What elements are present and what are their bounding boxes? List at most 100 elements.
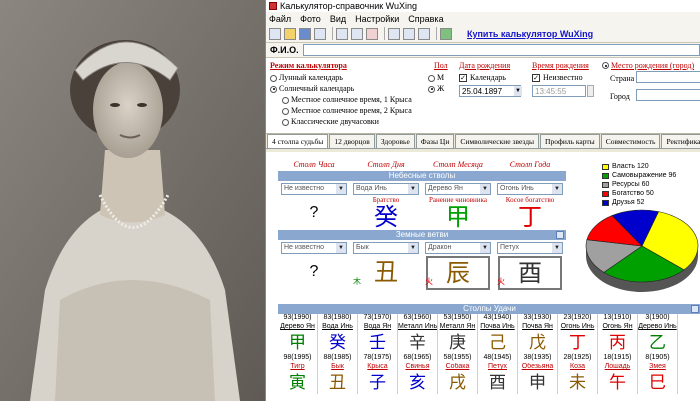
year-stem-glyph: 丁 (518, 203, 542, 231)
luck-bottom-year: 88(1985) (323, 354, 352, 361)
month-branch-glyph[interactable]: 辰 (426, 256, 490, 290)
month-branch-element: 火 (425, 277, 433, 286)
luck-column[interactable]: 73(1970) Вода Ян 壬 78(1975) Крыса 子 (358, 314, 398, 394)
luck-animal-name: Змея (649, 363, 666, 370)
menu-file[interactable]: Файл (269, 14, 291, 24)
fio-input[interactable] (302, 44, 700, 56)
opt1-radio[interactable]: Местное солнечное время, 1 Крыса (282, 95, 412, 104)
luck-animal-name: Собака (445, 363, 470, 370)
menu-photo[interactable]: Фото (300, 14, 321, 24)
luck-column[interactable]: 63(1960) Металл Инь 辛 68(1965) Свинья 亥 (398, 314, 438, 394)
luck-column[interactable]: 43(1940) Почва Инь 己 48(1945) Петух 酉 (478, 314, 518, 394)
luck-bottom-year: 38(1935) (523, 354, 552, 361)
save-as-icon[interactable] (314, 27, 326, 40)
month-branch-select[interactable]: Дракон (425, 241, 491, 254)
luck-band-label: Столпы Удачи (463, 304, 516, 313)
pdf-icon[interactable] (366, 27, 378, 40)
year-branch-glyph[interactable]: 酉 (498, 256, 562, 290)
luck-bottom-year: 68(1965) (403, 354, 432, 361)
luck-stem-name: Почва Инь (480, 323, 515, 330)
lunar-radio[interactable]: Лунный календарь (270, 73, 343, 82)
app-icon (269, 2, 277, 10)
time-input[interactable]: 13:45:55 (532, 85, 586, 97)
refresh-icon[interactable] (403, 27, 415, 40)
unknown-check[interactable]: ✓ (532, 74, 540, 83)
time-spin-icon[interactable] (587, 85, 594, 97)
copy-icon[interactable] (440, 27, 452, 40)
luck-bottom-year: 8(1905) (645, 354, 670, 361)
female-radio-button[interactable] (428, 85, 435, 93)
stems-selects-row: Не известно Вода Инь Дерево Ян Огонь Инь (278, 181, 566, 196)
stems-glyph-row: ? Братство 癸 Ранение чиновника 甲 Косое бог… (278, 196, 566, 230)
tab-twelve-palaces[interactable]: 12 дворцов (329, 134, 375, 148)
tab-compatibility[interactable]: Совместимость (600, 134, 661, 148)
female-radio[interactable]: Ж (428, 84, 444, 93)
save-icon[interactable] (299, 27, 311, 40)
opt1-radio-button[interactable] (282, 96, 289, 104)
country-input[interactable] (636, 71, 700, 83)
place-radio-button[interactable] (602, 62, 609, 70)
calendar-check[interactable]: ✓ (459, 74, 467, 83)
city-input[interactable] (636, 89, 700, 101)
collapse-icon[interactable] (556, 231, 564, 239)
new-file-icon[interactable] (269, 27, 281, 40)
tab-strip: 4 столпа судьбы 12 дворцов Здоровье Фазы… (266, 134, 700, 149)
luck-column[interactable]: 13(1910) Огонь Ян 丙 18(1915) Лошадь 午 (598, 314, 638, 394)
year-stem-select[interactable]: Огонь Инь (497, 182, 563, 195)
branches-band: Земные ветви (278, 230, 566, 240)
luck-column[interactable]: 23(1920) Огонь Инь 丁 28(1925) Коза 未 (558, 314, 598, 394)
date-input[interactable]: 25.04.1897 (459, 85, 521, 97)
unknown-checkbox[interactable]: ✓ Неизвестно (532, 73, 583, 83)
fio-label: Ф.И.О. (270, 45, 299, 55)
hour-stem-select[interactable]: Не известно (281, 182, 347, 195)
book-icon[interactable] (336, 27, 348, 40)
opt2-radio-button[interactable] (282, 107, 289, 115)
luck-collapse-icon[interactable] (691, 305, 699, 313)
opt2-radio[interactable]: Местное солнечное время, 2 Крыса (282, 106, 412, 115)
solar-radio[interactable]: Солнечный календарь (270, 84, 354, 93)
opt3-radio[interactable]: Классические двучасовки (282, 117, 379, 126)
male-radio-button[interactable] (428, 74, 435, 82)
date-title: Дата рождения (459, 61, 511, 70)
menu-bar: Файл Фото Вид Настройки Справка (266, 12, 700, 25)
date-dropdown-icon[interactable]: ▼ (514, 86, 522, 96)
opt3-radio-button[interactable] (282, 118, 289, 126)
solar-radio-button[interactable] (270, 85, 277, 93)
buy-calculator-link[interactable]: Купить калькулятор WuXing (467, 29, 593, 39)
menu-settings[interactable]: Настройки (355, 14, 399, 24)
tab-chart-profile[interactable]: Профиль карты (540, 134, 600, 148)
male-radio[interactable]: М (428, 73, 444, 82)
luck-column[interactable]: 53(1950) Металл Ян 庚 58(1955) Собака 戌 (438, 314, 478, 394)
luck-stem-glyph: 辛 (409, 333, 426, 353)
luck-column[interactable]: 3(1900) Дерево Инь 乙 8(1905) Змея 巳 (638, 314, 678, 394)
help-icon[interactable] (418, 27, 430, 40)
day-branch-select[interactable]: Бык (353, 241, 419, 254)
calendar-checkbox[interactable]: ✓ Календарь (459, 73, 506, 83)
wuxing-window: Калькулятор-справочник WuXing Файл Фото … (265, 0, 700, 401)
month-stem-select[interactable]: Дерево Ян (425, 182, 491, 195)
menu-view[interactable]: Вид (330, 14, 346, 24)
tab-symbolic-stars[interactable]: Символические звезды (455, 134, 540, 148)
lunar-radio-button[interactable] (270, 74, 277, 82)
elements-pie-chart (585, 209, 699, 292)
calendar-label: Календарь (470, 73, 506, 82)
tab-rectification[interactable]: Ректификация (661, 134, 700, 148)
open-folder-icon[interactable] (284, 27, 296, 40)
tab-four-pillars[interactable]: 4 столпа судьбы (267, 134, 329, 148)
title-bar: Калькулятор-справочник WuXing (266, 0, 700, 12)
document-icon[interactable] (351, 27, 363, 40)
luck-stem-name: Дерево Ян (280, 323, 315, 330)
luck-column[interactable]: 33(1930) Почва Ян 戊 38(1935) Обезьяна 申 (518, 314, 558, 394)
tab-health[interactable]: Здоровье (375, 134, 415, 148)
luck-column[interactable]: 83(1980) Вода Инь 癸 88(1985) Бык 丑 (318, 314, 358, 394)
print-icon[interactable] (388, 27, 400, 40)
year-branch-select[interactable]: Петух (497, 241, 563, 254)
day-stem-select[interactable]: Вода Инь (353, 182, 419, 195)
hour-branch-select[interactable]: Не известно (281, 241, 347, 254)
toolbar-separator-3 (436, 27, 437, 40)
menu-help[interactable]: Справка (408, 14, 443, 24)
luck-stem-name: Вода Инь (322, 323, 353, 330)
tab-qi-phases[interactable]: Фазы Ци (415, 134, 455, 148)
hour-stem-glyph: ? (309, 204, 319, 221)
luck-column[interactable]: 93(1990) Дерево Ян 甲 98(1995) Тигр 寅 (278, 314, 318, 394)
